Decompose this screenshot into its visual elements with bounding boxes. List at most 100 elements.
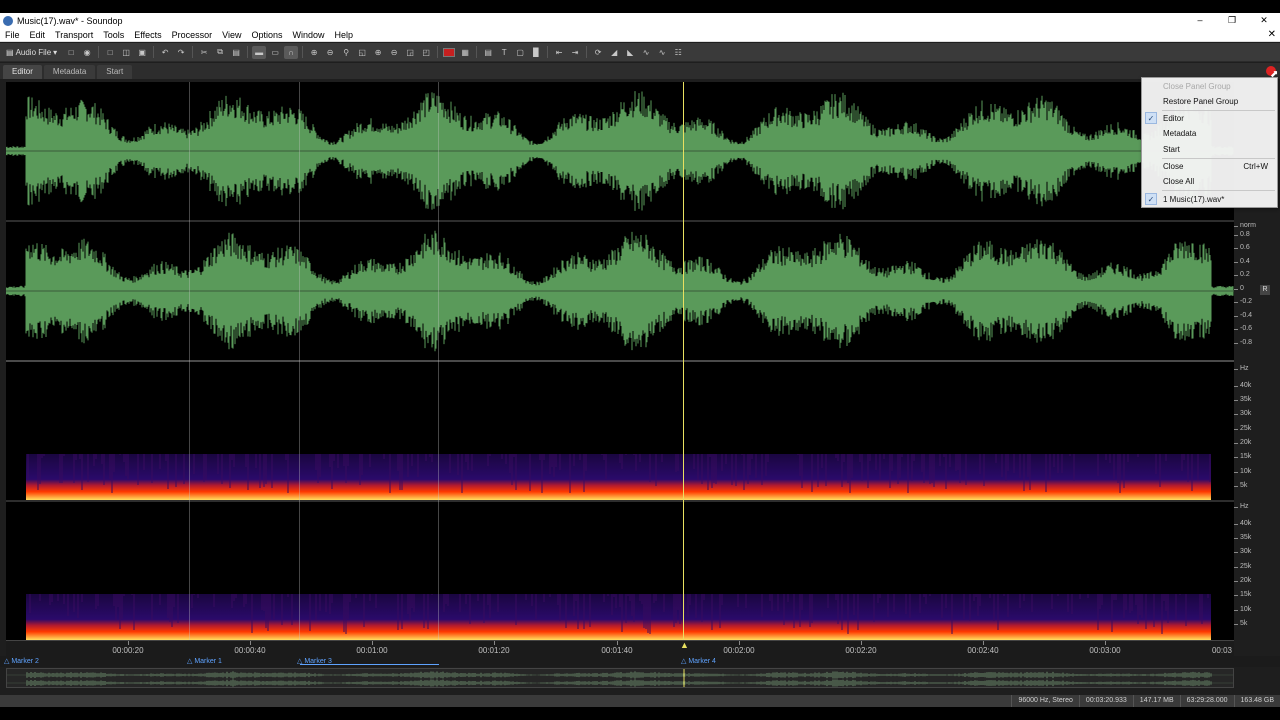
save-icon[interactable]: ▣ [135, 46, 149, 59]
status-size: 147.17 MB [1132, 695, 1180, 707]
zoom-out-vertical-icon[interactable]: ⊖ [387, 46, 401, 59]
mixer-icon[interactable]: ☷ [671, 46, 685, 59]
menu-view[interactable]: View [217, 28, 246, 42]
frequency-unit-label: Hz [1234, 503, 1249, 510]
tab-start[interactable]: Start [97, 65, 133, 79]
close-document-button[interactable]: ✕ [1268, 28, 1276, 42]
menu-file[interactable]: File [0, 28, 25, 42]
marker-1[interactable]: △ Marker 1 [187, 657, 222, 665]
menu-tools[interactable]: Tools [98, 28, 129, 42]
fade-in-icon[interactable]: ◢ [607, 46, 621, 59]
zoom-selection-icon[interactable]: ⚲ [339, 46, 353, 59]
split-icon[interactable]: ▉ [529, 46, 543, 59]
cursor-to-start-icon[interactable]: ⇤ [552, 46, 566, 59]
zoom-fit-icon[interactable]: ◲ [403, 46, 417, 59]
marker-tool-icon[interactable]: ▦ [458, 46, 472, 59]
menu-processor[interactable]: Processor [167, 28, 218, 42]
time-label: 00:03:00 [1089, 646, 1121, 655]
menu-metadata[interactable]: Metadata [1163, 129, 1196, 138]
waveform-right-channel[interactable] [6, 222, 1234, 360]
overview-navigator[interactable] [6, 668, 1234, 688]
close-window-button[interactable]: ✕ [1248, 13, 1280, 28]
spectral-view-icon[interactable]: ▭ [268, 46, 282, 59]
marker-4[interactable]: △ Marker 4 [681, 657, 716, 665]
paste-icon[interactable]: ▤ [229, 46, 243, 59]
menu-recent-file[interactable]: 1 Music(17).wav* [1163, 195, 1224, 204]
time-tick [1105, 641, 1106, 645]
snap-magnet-icon[interactable]: ∩ [284, 45, 299, 59]
menu-editor[interactable]: Editor [1163, 114, 1184, 123]
tab-editor[interactable]: Editor [3, 65, 42, 79]
record-icon[interactable]: ◉ [80, 46, 94, 59]
trim-icon[interactable]: ▤ [481, 46, 495, 59]
playhead-cursor[interactable] [683, 82, 684, 640]
waveform-view-icon[interactable]: ▬ [252, 45, 267, 59]
zoom-full-icon[interactable]: ◱ [355, 46, 369, 59]
frequency-tick: 30k [1233, 548, 1252, 555]
cursor-to-end-icon[interactable]: ⇥ [568, 46, 582, 59]
marker-3-range[interactable] [300, 664, 439, 665]
zoom-out-horizontal-icon[interactable]: ⊖ [323, 46, 337, 59]
menu-close-panel-group[interactable]: Close Panel Group [1163, 82, 1231, 91]
amplitude-tick: 0 [1234, 285, 1244, 292]
time-label: 00:01:20 [478, 646, 510, 655]
time-tick [128, 641, 129, 645]
new-document-icon[interactable]: □ [103, 46, 117, 59]
editor-panel[interactable] [6, 82, 1234, 640]
playhead-triangle-icon[interactable]: ▲ [680, 640, 689, 650]
time-tick [372, 641, 373, 645]
menu-close[interactable]: Close [1163, 162, 1183, 171]
menu-restore-panel-group[interactable]: Restore Panel Group [1163, 97, 1238, 106]
zoom-in-vertical-icon[interactable]: ⊕ [371, 46, 385, 59]
time-tick [983, 641, 984, 645]
open-folder-icon[interactable]: ◫ [119, 46, 133, 59]
redo-icon[interactable]: ↷ [174, 46, 188, 59]
menu-help[interactable]: Help [330, 28, 359, 42]
text-tool-icon[interactable]: T [497, 46, 511, 59]
copy-icon[interactable]: ⧉ [213, 46, 227, 59]
normalize-icon[interactable]: ∿ [655, 46, 669, 59]
waveform-r-button[interactable]: R [1260, 285, 1270, 295]
selection-tool-icon[interactable]: ▢ [513, 46, 527, 59]
time-label: 00:03 [1211, 646, 1233, 655]
loop-icon[interactable]: ⟳ [591, 46, 605, 59]
time-ruler[interactable]: 00:00:20 00:00:40 00:01:00 00:01:20 00:0… [6, 640, 1234, 656]
minimize-button[interactable]: ‒ [1184, 13, 1216, 28]
tab-metadata[interactable]: Metadata [43, 65, 96, 79]
waveform-left-channel[interactable] [6, 82, 1234, 220]
time-tick [861, 641, 862, 645]
spectrogram-right-channel[interactable] [6, 502, 1234, 640]
marker-line [299, 82, 300, 640]
spectrogram-left-channel[interactable] [6, 362, 1234, 500]
time-tick [250, 641, 251, 645]
soundop-app: Music(17).wav* - Soundop ‒ ❐ ✕ File Edit… [0, 0, 1280, 720]
frequency-tick: 10k [1233, 606, 1252, 613]
cut-icon[interactable]: ✂ [197, 46, 211, 59]
toolbar-separator [192, 46, 194, 58]
zoom-reset-icon[interactable]: ◰ [419, 46, 433, 59]
amplitude-tick: 0.6 [1234, 244, 1250, 251]
undo-icon[interactable]: ↶ [158, 46, 172, 59]
menu-close-all[interactable]: Close All [1163, 177, 1194, 186]
zoom-in-horizontal-icon[interactable]: ⊕ [307, 46, 321, 59]
envelope-icon[interactable]: ∿ [639, 46, 653, 59]
menu-edit[interactable]: Edit [25, 28, 51, 42]
frequency-tick: 25k [1233, 563, 1252, 570]
status-free-disk: 163.48 GB [1233, 695, 1280, 707]
restore-button[interactable]: ❐ [1216, 13, 1248, 28]
time-label: 00:01:00 [356, 646, 388, 655]
menu-window[interactable]: Window [288, 28, 330, 42]
new-file-icon[interactable]: □ [64, 46, 78, 59]
amplitude-tick: -0.4 [1233, 312, 1253, 319]
status-format: 96000 Hz, Stereo [1011, 695, 1078, 707]
menu-options[interactable]: Options [246, 28, 287, 42]
fade-out-icon[interactable]: ◣ [623, 46, 637, 59]
menu-effects[interactable]: Effects [129, 28, 166, 42]
menu-transport[interactable]: Transport [50, 28, 98, 42]
marker-2[interactable]: △ Marker 2 [4, 657, 39, 665]
toolbar-separator [586, 46, 588, 58]
menu-start[interactable]: Start [1163, 145, 1180, 154]
audio-file-dropdown[interactable]: ▤ Audio File ▾ [4, 48, 63, 57]
spectrum-color-icon[interactable] [442, 46, 456, 59]
status-bar: 96000 Hz, Stereo 00:03:20.933 147.17 MB … [0, 695, 1280, 707]
